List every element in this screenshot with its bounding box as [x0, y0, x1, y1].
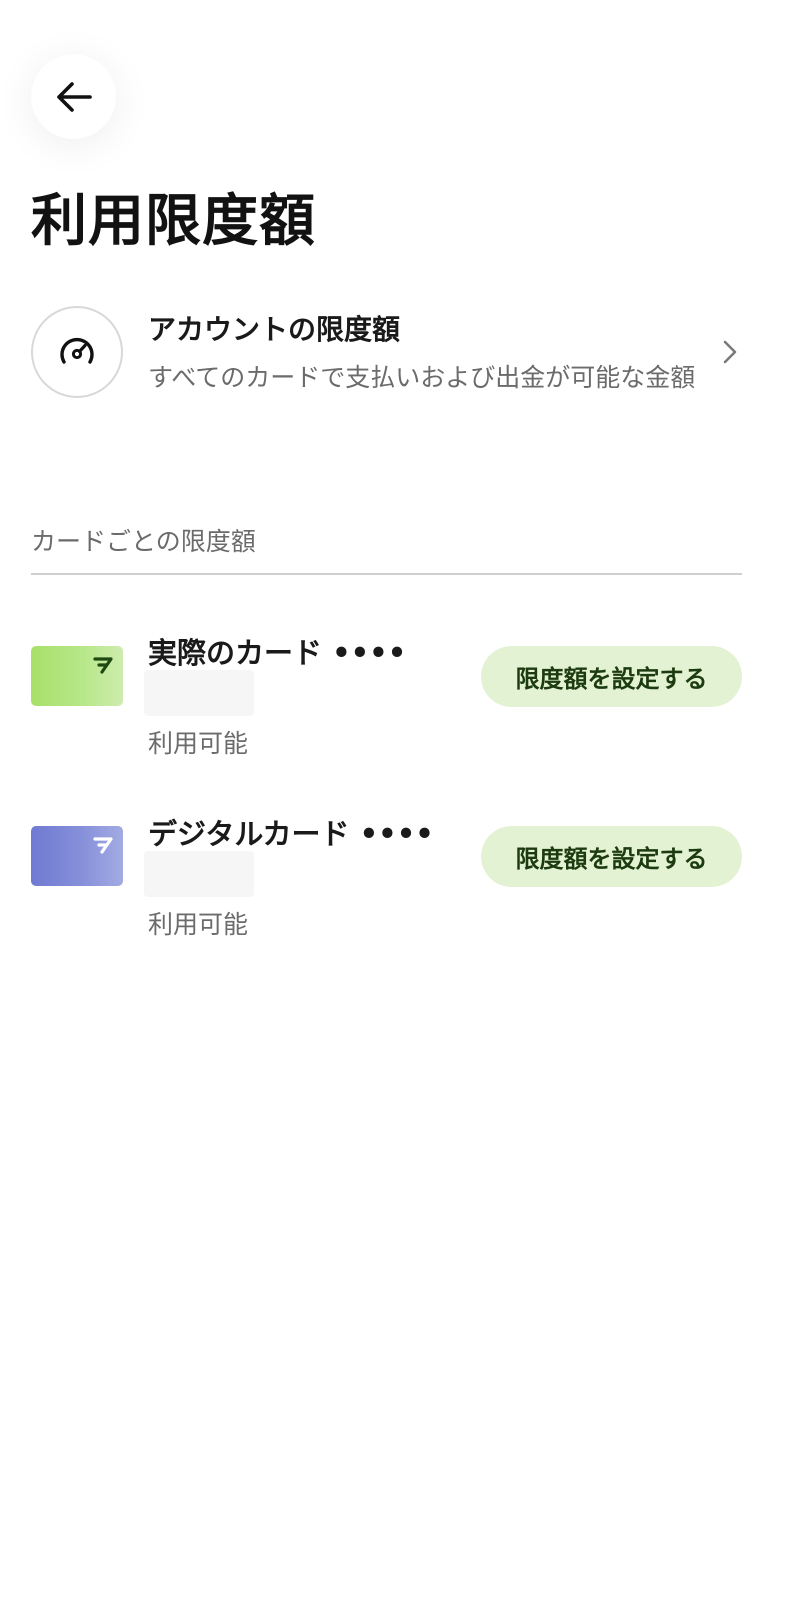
- gauge-icon: [60, 337, 94, 364]
- arrow-left-icon: [56, 81, 92, 112]
- card-brand-logo-icon: [93, 657, 113, 674]
- card-thumbnail: [31, 826, 123, 886]
- card-status: 利用可能: [148, 729, 249, 758]
- card-name: デジタルカード ••••: [148, 817, 434, 851]
- account-limit-subtitle: すべてのカードで支払いおよび出金が可能な金額: [148, 363, 696, 392]
- gauge-icon-container: [31, 306, 123, 398]
- card-row-digital: デジタルカード •••• 利用可能 限度額を設定する: [31, 811, 742, 951]
- back-button[interactable]: [31, 54, 116, 139]
- account-limit-title: アカウントの限度額: [148, 313, 401, 346]
- account-limit-row[interactable]: アカウントの限度額 すべてのカードで支払いおよび出金が可能な金額: [31, 306, 759, 446]
- card-brand-logo-icon: [93, 837, 113, 854]
- set-limit-button[interactable]: 限度額を設定する: [481, 826, 742, 887]
- section-label: カードごとの限度額: [31, 527, 256, 556]
- page-title: 利用限度額: [31, 189, 316, 254]
- card-limits-screen: 利用限度額 アカウントの限度額 すべてのカードで支払いおよび出金が可能な金額 カ…: [0, 0, 789, 1600]
- section-divider: [31, 573, 742, 575]
- card-thumbnail: [31, 646, 123, 706]
- card-status: 利用可能: [148, 910, 249, 939]
- card-name: 実際のカード ••••: [148, 636, 407, 670]
- card-amount-placeholder: [144, 851, 254, 897]
- card-amount-placeholder: [144, 670, 254, 716]
- set-limit-button[interactable]: 限度額を設定する: [481, 646, 742, 707]
- chevron-right-icon: [723, 340, 737, 364]
- card-row-physical: 実際のカード •••• 利用可能 限度額を設定する: [31, 630, 742, 770]
